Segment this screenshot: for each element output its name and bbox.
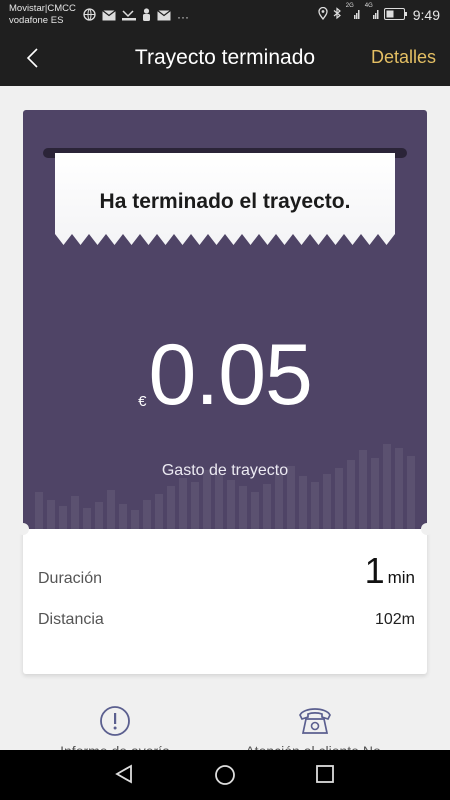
distance-row: Distancia 102m [38,611,415,641]
network-label-1: 2G [345,2,354,9]
carrier-info: Movistar|CMCC vodafone ES [9,3,76,27]
decorative-bar [155,494,163,530]
trip-stats-card: Duración 1 min Distancia 102m [17,523,433,674]
decorative-bar [143,500,151,530]
globe-icon [83,8,96,26]
decorative-bar [323,474,331,530]
system-icons: 2G 4G 9:49 [318,3,440,23]
decorative-bar [95,502,103,530]
carrier-1: Movistar|CMCC [9,3,76,14]
decorative-bar [383,444,391,530]
decorative-bar [47,500,55,530]
status-bar: Movistar|CMCC vodafone ES ··· 2G 4G 9:49 [0,0,450,30]
mail-icon [102,8,116,26]
decorative-bar [227,480,235,530]
decorative-bar [191,482,199,530]
amount-label: Gasto de trayecto [161,462,289,479]
bluetooth-icon [333,7,341,23]
decorative-bar [83,508,91,530]
nav-home-button[interactable] [213,763,237,787]
nav-back-button[interactable] [113,763,137,787]
more-notifications-icon: ··· [177,10,189,24]
decorative-bar [167,486,175,530]
amount-value: 0.05 [148,327,312,423]
decorative-bar [251,492,259,530]
telephone-icon [299,708,331,734]
square-recents-icon [316,765,334,783]
duration-value: 1 [364,550,385,591]
decorative-bar [263,484,271,530]
decorative-bar [119,504,127,530]
currency-symbol: € [138,393,147,410]
decorative-bar [239,486,247,530]
person-icon [142,8,151,26]
decorative-bar [215,474,223,530]
signal-icon-1: 2G [346,3,360,23]
decorative-bar [131,510,139,530]
distance-label: Distancia [38,611,104,628]
receipt-message: Ha terminado el trayecto. [99,190,351,213]
duration-label: Duración [38,570,103,587]
decorative-bar [299,476,307,530]
nav-recents-button[interactable] [314,763,338,787]
missed-call-icon [122,8,136,26]
decorative-bars [35,440,415,530]
receipt: Ha terminado el trayecto. [55,153,395,245]
decorative-bar [311,482,319,530]
triangle-back-icon [115,764,132,784]
duration: 1 min [365,553,415,589]
alert-circle-icon [100,706,130,736]
navigation-bar [0,750,450,800]
notification-icons: ··· [83,8,189,26]
decorative-bar [59,506,67,530]
battery-icon [383,7,408,23]
circle-home-icon [215,765,235,785]
carrier-2: vodafone ES [9,15,64,26]
left-notch [17,523,29,535]
location-icon [318,6,328,23]
mail-icon-2 [157,8,171,26]
decorative-bar [35,492,43,530]
duration-row: Duración 1 min [38,553,415,589]
customer-service-action[interactable]: Atención al cliente No. [225,705,405,759]
decorative-bar [71,496,79,530]
decorative-bar [395,448,403,530]
decorative-bar [107,490,115,530]
details-button[interactable]: Detalles [371,47,436,68]
trip-cost-card: Ha terminado el trayecto. € 0.05 Gasto d… [23,110,427,530]
distance-value: 102m [374,611,415,628]
decorative-bar [179,478,187,530]
clock: 9:49 [412,7,440,23]
app-bar: Trayecto terminado Detalles [0,30,450,86]
decorative-bar [275,472,283,530]
duration-unit: min [387,568,415,587]
network-label-2: 4G [364,2,373,9]
right-notch [421,523,433,535]
fault-report-action[interactable]: Informe de avería [25,705,205,759]
trip-amount: € 0.05 [23,332,427,418]
signal-icon-2: 4G [365,3,379,23]
